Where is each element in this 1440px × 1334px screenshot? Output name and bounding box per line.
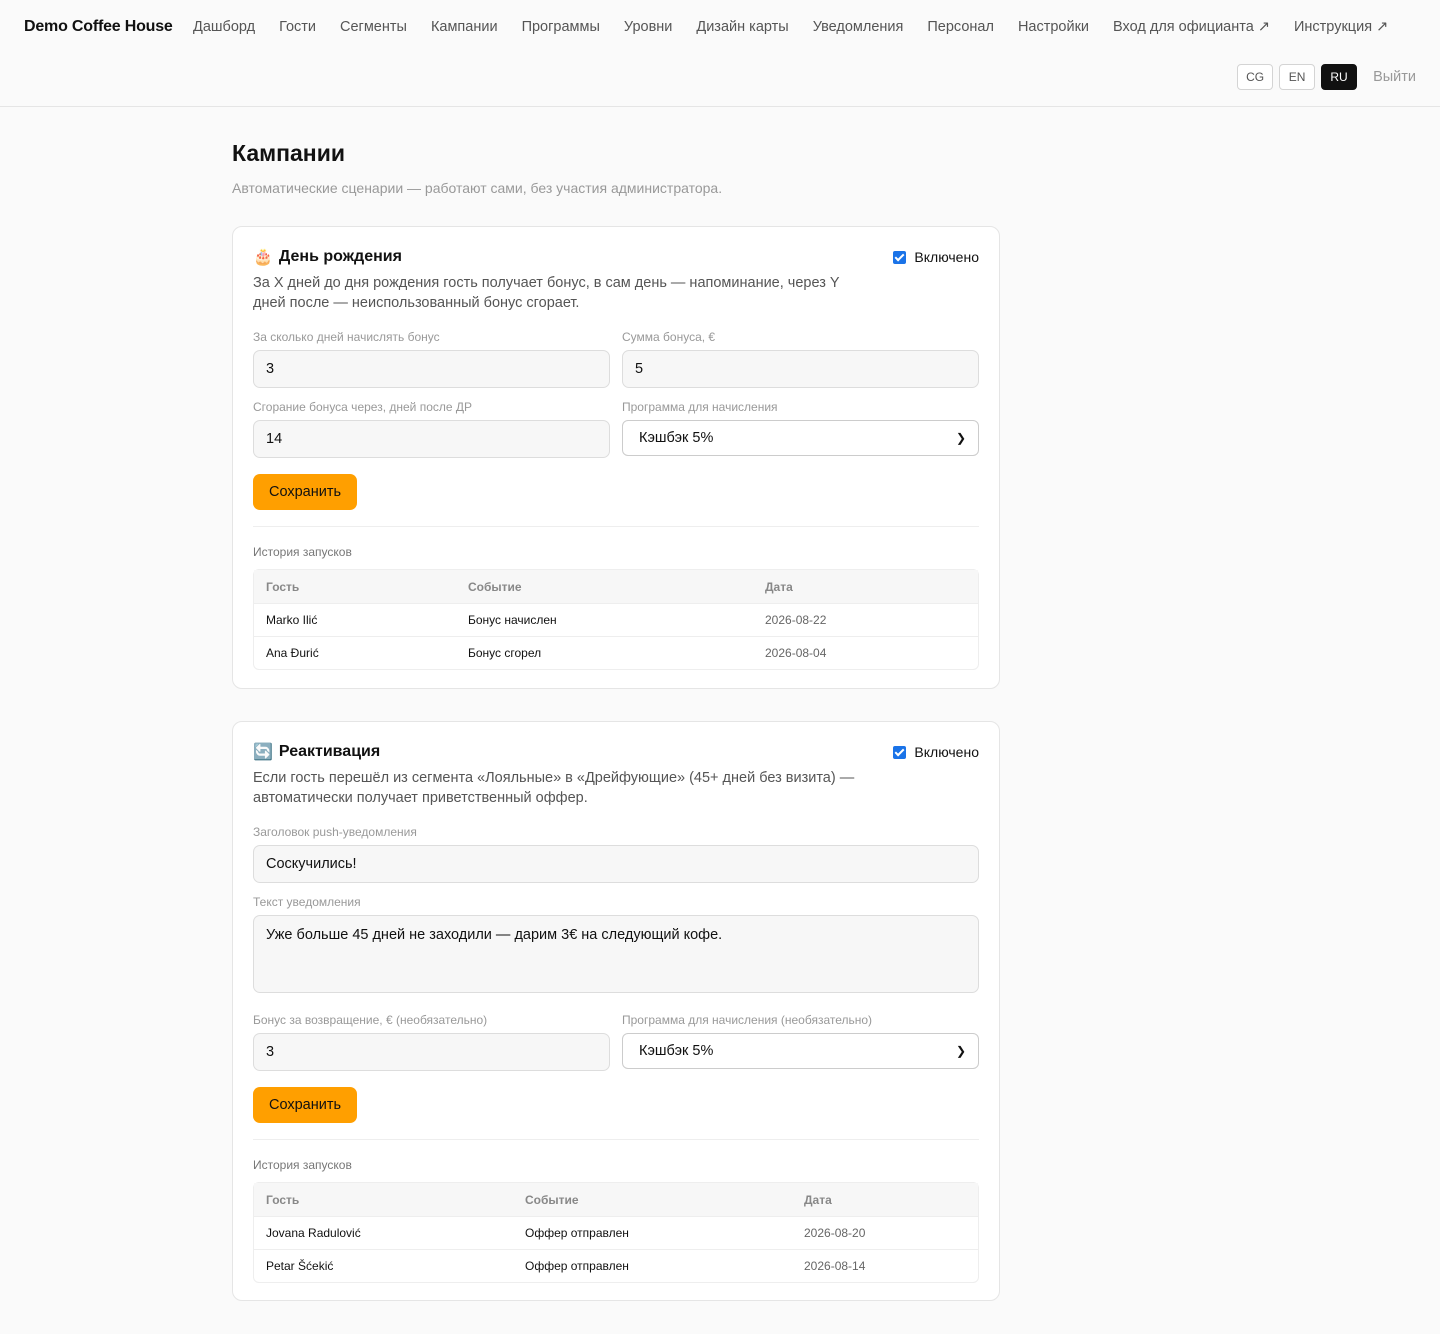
column-date: Дата bbox=[753, 570, 978, 603]
birthday-cake-icon: 🎂 bbox=[253, 249, 273, 266]
table-row: Marko Ilić Бонус начислен 2026-08-22 bbox=[254, 603, 978, 636]
cell-event: Бонус сгорел bbox=[456, 636, 753, 669]
cell-guest: Petar Šćekić bbox=[254, 1249, 513, 1282]
cell-guest: Ana Đurić bbox=[254, 636, 456, 669]
cell-guest: Marko Ilić bbox=[254, 603, 456, 636]
table-row: Ana Đurić Бонус сгорел 2026-08-04 bbox=[254, 636, 978, 669]
table-row: Jovana Radulović Оффер отправлен 2026-08… bbox=[254, 1216, 978, 1249]
lang-cg-button[interactable]: CG bbox=[1237, 64, 1274, 90]
checkbox-checked-icon[interactable] bbox=[893, 745, 907, 759]
reactivation-enabled-toggle[interactable]: Включено bbox=[893, 744, 979, 760]
refresh-icon: 🔄 bbox=[253, 744, 273, 761]
expire-days-label: Сгорание бонуса через, дней после ДР bbox=[253, 400, 473, 414]
column-guest: Гость bbox=[254, 1183, 513, 1216]
nav-campaigns[interactable]: Кампании bbox=[431, 19, 498, 35]
page-subtitle: Автоматические сценарии — работают сами,… bbox=[232, 180, 723, 196]
birthday-save-button[interactable]: Сохранить bbox=[253, 474, 358, 510]
divider bbox=[253, 1139, 979, 1140]
page-title: Кампании bbox=[232, 140, 345, 166]
reactivation-enabled-label: Включено bbox=[914, 744, 979, 760]
column-event: Событие bbox=[456, 570, 753, 603]
return-bonus-input[interactable]: 3 bbox=[253, 1033, 610, 1071]
birthday-history-table: Гость Событие Дата Marko Ilić Бонус начи… bbox=[253, 569, 979, 670]
chevron-down-icon: ❯ bbox=[955, 431, 966, 445]
expire-days-input[interactable]: 14 bbox=[253, 420, 610, 458]
table-header-row: Гость Событие Дата bbox=[254, 1183, 978, 1216]
birthday-card-title: День рождения bbox=[278, 248, 402, 265]
nav-programs[interactable]: Программы bbox=[522, 19, 600, 35]
cell-date: 2026-08-14 bbox=[792, 1249, 978, 1282]
chevron-down-icon: ❯ bbox=[955, 1044, 966, 1058]
push-text-textarea[interactable]: Уже больше 45 дней не заходили — дарим 3… bbox=[253, 915, 979, 993]
cell-event: Бонус начислен bbox=[456, 603, 753, 636]
lang-en-button[interactable]: EN bbox=[1279, 64, 1316, 90]
reactivation-card-title: Реактивация bbox=[278, 743, 381, 760]
reactivation-history-table: Гость Событие Дата Jovana Radulović Оффе… bbox=[253, 1182, 979, 1283]
days-before-label: За сколько дней начислять бонус bbox=[253, 330, 440, 344]
bonus-amount-label: Сумма бонуса, € bbox=[622, 330, 716, 344]
birthday-program-select[interactable]: Кэшбэк 5% ❯ bbox=[622, 420, 979, 456]
divider bbox=[253, 526, 979, 527]
push-title-input[interactable]: Соскучились! bbox=[253, 845, 979, 883]
reactivation-save-button[interactable]: Сохранить bbox=[253, 1087, 358, 1123]
push-title-label: Заголовок push-уведомления bbox=[253, 825, 417, 839]
language-switcher: CG EN RU Выйти bbox=[1237, 64, 1416, 90]
birthday-history-label: История запусков bbox=[253, 545, 352, 559]
checkbox-checked-icon[interactable] bbox=[893, 250, 907, 264]
push-text-label: Текст уведомления bbox=[253, 895, 361, 909]
top-bar: Demo Coffee House Дашборд Гости Сегменты… bbox=[0, 0, 1440, 107]
column-date: Дата bbox=[792, 1183, 978, 1216]
nav-guide[interactable]: Инструкция ↗ bbox=[1294, 19, 1388, 35]
reactivation-program-value: Кэшбэк 5% bbox=[639, 1043, 714, 1059]
nav-settings[interactable]: Настройки bbox=[1018, 19, 1089, 35]
birthday-description: За X дней до дня рождения гость получает… bbox=[253, 275, 840, 311]
days-before-input[interactable]: 3 bbox=[253, 350, 610, 388]
return-bonus-label: Бонус за возвращение, € (необязательно) bbox=[253, 1013, 488, 1027]
column-guest: Гость bbox=[254, 570, 456, 603]
cell-date: 2026-08-22 bbox=[753, 603, 978, 636]
logout-link[interactable]: Выйти bbox=[1373, 69, 1416, 85]
birthday-enabled-label: Включено bbox=[914, 249, 979, 265]
reactivation-campaign-card: 🔄 Реактивация Включено Если гость перешё… bbox=[232, 721, 1000, 1301]
birthday-program-value: Кэшбэк 5% bbox=[639, 430, 714, 446]
birthday-campaign-card: 🎂 День рождения Включено За X дней до дн… bbox=[232, 226, 1000, 689]
birthday-enabled-toggle[interactable]: Включено bbox=[893, 249, 979, 265]
lang-ru-button[interactable]: RU bbox=[1321, 64, 1358, 90]
nav-staff[interactable]: Персонал bbox=[927, 19, 994, 35]
reactivation-program-select[interactable]: Кэшбэк 5% ❯ bbox=[622, 1033, 979, 1069]
nav-dashboard[interactable]: Дашборд bbox=[193, 19, 255, 35]
nav-guests[interactable]: Гости bbox=[279, 19, 316, 35]
nav-card-design[interactable]: Дизайн карты bbox=[696, 19, 788, 35]
cell-date: 2026-08-04 bbox=[753, 636, 978, 669]
table-header-row: Гость Событие Дата bbox=[254, 570, 978, 603]
column-event: Событие bbox=[513, 1183, 792, 1216]
main-nav: Дашборд Гости Сегменты Кампании Программ… bbox=[193, 19, 1388, 35]
cell-date: 2026-08-20 bbox=[792, 1216, 978, 1249]
reactivation-program-label: Программа для начисления (необязательно) bbox=[622, 1013, 873, 1027]
reactivation-description: Если гость перешёл из сегмента «Лояльные… bbox=[253, 770, 855, 806]
nav-notifications[interactable]: Уведомления bbox=[813, 19, 904, 35]
brand-name[interactable]: Demo Coffee House bbox=[24, 18, 173, 36]
nav-segments[interactable]: Сегменты bbox=[340, 19, 407, 35]
table-row: Petar Šćekić Оффер отправлен 2026-08-14 bbox=[254, 1249, 978, 1282]
bonus-amount-input[interactable]: 5 bbox=[622, 350, 979, 388]
nav-tiers[interactable]: Уровни bbox=[624, 19, 673, 35]
cell-guest: Jovana Radulović bbox=[254, 1216, 513, 1249]
main-content: Кампании Автоматические сценарии — работ… bbox=[232, 140, 1000, 1301]
cell-event: Оффер отправлен bbox=[513, 1249, 792, 1282]
birthday-program-label: Программа для начисления bbox=[622, 400, 778, 414]
reactivation-history-label: История запусков bbox=[253, 1158, 352, 1172]
nav-waiter-login[interactable]: Вход для официанта ↗ bbox=[1113, 19, 1270, 35]
cell-event: Оффер отправлен bbox=[513, 1216, 792, 1249]
